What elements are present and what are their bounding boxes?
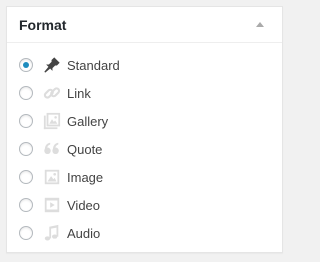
- format-option-quote[interactable]: Quote: [19, 135, 270, 163]
- video-radio[interactable]: [19, 198, 33, 212]
- format-option-standard[interactable]: Standard: [19, 51, 270, 79]
- format-option-image[interactable]: Image: [19, 163, 270, 191]
- image-icon: [42, 167, 62, 187]
- format-label-audio: Audio: [67, 225, 101, 241]
- quote-icon: [42, 139, 62, 159]
- format-label-quote: Quote: [67, 141, 103, 157]
- link-radio[interactable]: [19, 86, 33, 100]
- format-metabox: Format Standard Link Gallery Quote Image…: [6, 6, 283, 253]
- metabox-title: Format: [19, 16, 67, 33]
- format-label-standard: Standard: [67, 57, 120, 73]
- pin-icon: [42, 55, 62, 75]
- audio-icon: [42, 223, 62, 243]
- format-label-gallery: Gallery: [67, 113, 109, 129]
- standard-radio[interactable]: [19, 58, 33, 72]
- format-option-gallery[interactable]: Gallery: [19, 107, 270, 135]
- quote-radio[interactable]: [19, 142, 33, 156]
- gallery-radio[interactable]: [19, 114, 33, 128]
- format-label-image: Image: [67, 169, 104, 185]
- triangle-up-icon: [256, 22, 264, 27]
- image-radio[interactable]: [19, 170, 33, 184]
- format-option-audio[interactable]: Audio: [19, 219, 270, 247]
- format-label-link: Link: [67, 85, 91, 101]
- audio-radio[interactable]: [19, 226, 33, 240]
- collapse-toggle-button[interactable]: [250, 15, 270, 35]
- format-option-video[interactable]: Video: [19, 191, 270, 219]
- metabox-header[interactable]: Format: [7, 7, 282, 43]
- format-label-video: Video: [67, 197, 101, 213]
- video-icon: [42, 195, 62, 215]
- format-option-link[interactable]: Link: [19, 79, 270, 107]
- format-options-list: Standard Link Gallery Quote Image Video …: [7, 43, 282, 247]
- gallery-icon: [42, 111, 62, 131]
- link-icon: [42, 83, 62, 103]
